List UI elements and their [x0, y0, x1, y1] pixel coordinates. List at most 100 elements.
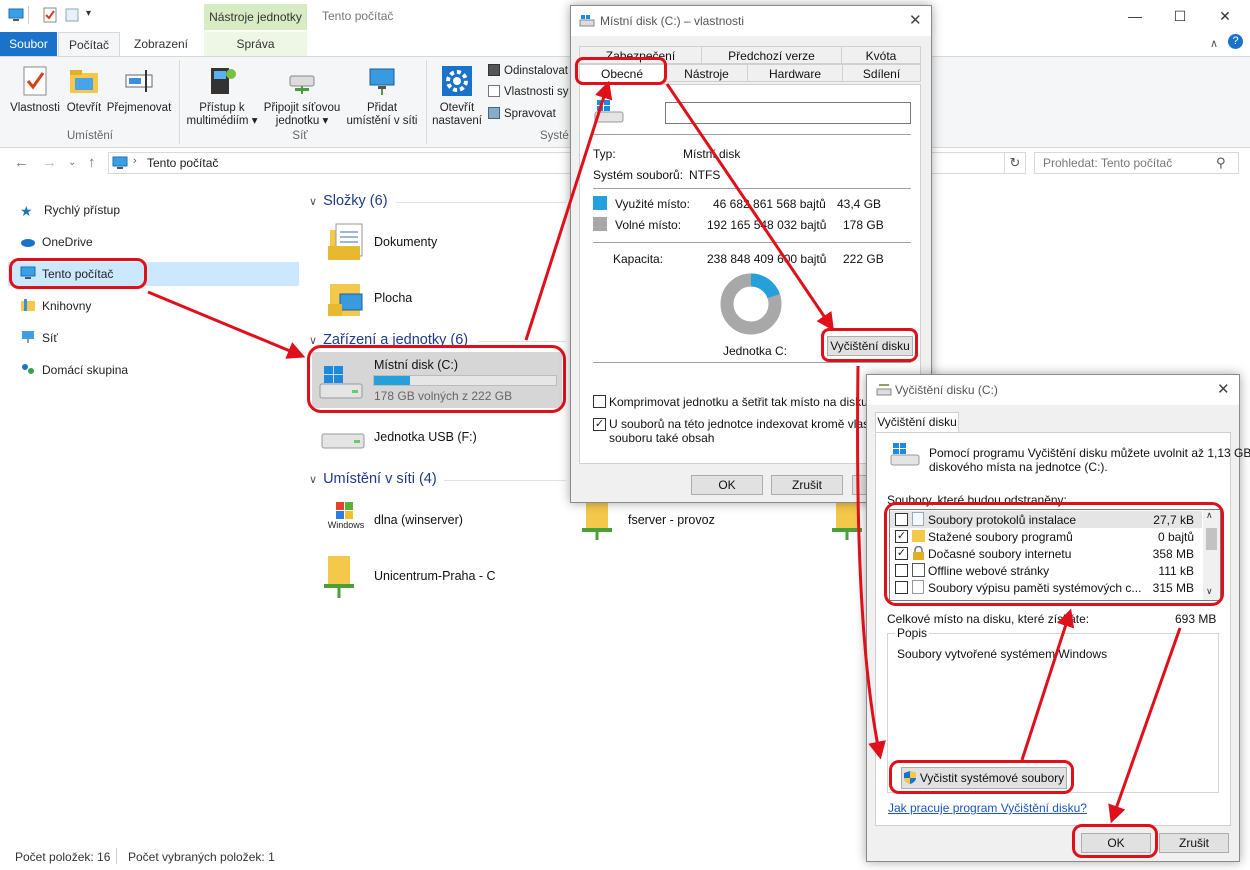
index-label-line1: U souborů na této jednotce indexovat kro… — [609, 417, 892, 431]
drive-label-input[interactable] — [665, 102, 911, 124]
close-icon[interactable]: ✕ — [909, 11, 922, 29]
group-label-network: Síť — [292, 130, 308, 142]
usb-drive-icon[interactable] — [320, 426, 368, 456]
group-divider — [444, 480, 566, 481]
tab-quota[interactable]: Kvóta — [841, 46, 921, 64]
capacity-label: Kapacita: — [613, 252, 664, 266]
network-folder-icon[interactable] — [322, 554, 356, 600]
map-network-drive-button[interactable]: Připojit síťovou jednotku ▾ — [258, 64, 346, 128]
annotation-oval-ok-button — [1072, 824, 1158, 858]
help-icon[interactable]: ? — [1228, 34, 1243, 49]
qat-separator — [28, 6, 29, 24]
search-input[interactable]: Prohledat: Tento počítač — [1034, 152, 1239, 174]
manage-button[interactable]: Spravovat — [488, 107, 556, 120]
network-drive-icon — [285, 64, 319, 98]
tab-disk-cleanup[interactable]: Vyčištění disku — [875, 412, 959, 433]
chevron-down-icon: ∨ — [309, 196, 318, 208]
tab-computer[interactable]: Počítač — [58, 32, 120, 56]
description-label: Popis — [895, 626, 930, 640]
ribbon-separator — [179, 60, 180, 144]
annotation-oval-drive-c — [307, 345, 566, 413]
nav-item-quick-access[interactable]: ★ Rychlý přístup — [20, 199, 120, 221]
group-folders-header[interactable]: ∨ Složky (6) — [309, 193, 388, 209]
desktop-folder-icon[interactable] — [326, 276, 366, 320]
tab-hardware[interactable]: Hardware — [747, 64, 843, 82]
computer-icon[interactable] — [8, 7, 24, 23]
system-properties-icon — [488, 85, 500, 97]
tab-previous-versions[interactable]: Předchozí verze — [701, 46, 842, 64]
divider — [593, 242, 911, 243]
network-folder-icon[interactable] — [830, 500, 864, 542]
tab-file[interactable]: Soubor — [0, 32, 57, 56]
close-icon[interactable]: ✕ — [1217, 380, 1230, 398]
properties-button[interactable]: Vlastnosti — [6, 64, 64, 115]
drive-title-icon — [579, 14, 595, 31]
divider — [593, 362, 911, 363]
cancel-button[interactable]: Zrušit — [771, 475, 843, 495]
drive-usb-name[interactable]: Jednotka USB (F:) — [374, 430, 477, 444]
fs-label: Systém souborů: — [593, 168, 684, 182]
qat-dropdown-icon[interactable]: ▾ — [86, 8, 91, 19]
network-item-dlna[interactable]: dlna (winserver) — [374, 513, 463, 527]
type-label: Typ: — [593, 147, 616, 161]
properties-check-icon[interactable] — [42, 7, 58, 23]
cloud-icon — [20, 233, 36, 247]
free-space-gb: 178 GB — [843, 218, 884, 232]
group-network-header[interactable]: ∨ Umístění v síti (4) — [309, 471, 437, 487]
group-divider — [478, 341, 566, 342]
group-label-system: Systé — [540, 130, 569, 142]
nav-item-onedrive[interactable]: OneDrive — [20, 231, 93, 253]
windows-media-player-logo[interactable]: Windows Media Player — [324, 500, 368, 540]
open-settings-button[interactable]: Otevřít nastavení — [430, 64, 484, 128]
uninstall-button[interactable]: Odinstalovat — [488, 64, 568, 77]
nav-item-homegroup[interactable]: Domácí skupina — [20, 359, 128, 381]
maximize-icon[interactable]: ☐ — [1157, 2, 1203, 30]
nav-item-network[interactable]: Síť — [20, 327, 58, 349]
back-icon[interactable]: ← — [14, 154, 29, 171]
divider — [593, 134, 911, 135]
tab-sharing[interactable]: Sdílení — [842, 64, 921, 82]
system-properties-button[interactable]: Vlastnosti sy — [488, 85, 569, 98]
folder-name-documents[interactable]: Dokumenty — [374, 235, 437, 249]
cancel-button[interactable]: Zrušit — [1159, 833, 1229, 853]
ribbon-collapse-icon[interactable]: ∧ — [1210, 37, 1218, 50]
compress-checkbox[interactable] — [593, 395, 606, 408]
used-space-gb: 43,4 GB — [837, 197, 882, 211]
nav-item-libraries[interactable]: Knihovny — [20, 295, 91, 317]
close-icon[interactable]: ✕ — [1202, 2, 1248, 30]
status-item-count: Počet položek: 16 — [15, 850, 111, 864]
cleanup-help-link[interactable]: Jak pracuje program Vyčištění disku? — [888, 801, 1087, 815]
used-space-bytes: 46 682 861 568 bajtů — [713, 197, 826, 211]
ribbon-separator — [426, 60, 427, 144]
forward-icon[interactable]: → — [42, 154, 57, 171]
documents-folder-icon[interactable] — [326, 220, 366, 264]
annotation-oval-general-tab — [575, 57, 667, 85]
free-space-label: Volné místo: — [615, 218, 682, 232]
free-space-swatch — [593, 217, 607, 231]
rename-button[interactable]: Přejmenovat — [104, 64, 174, 115]
network-location-icon — [365, 64, 399, 98]
search-icon: ⚲ — [1216, 155, 1226, 170]
recent-dropdown-icon[interactable]: ⌄ — [68, 157, 76, 168]
minimize-icon[interactable]: — — [1112, 2, 1158, 30]
folder-name-desktop[interactable]: Plocha — [374, 291, 412, 305]
new-folder-icon[interactable] — [64, 7, 80, 23]
tab-tools[interactable]: Nástroje — [665, 64, 748, 82]
library-icon — [20, 297, 36, 311]
tab-manage[interactable]: Správa — [204, 32, 307, 56]
ok-button[interactable]: OK — [691, 475, 763, 495]
star-icon: ★ — [20, 203, 33, 219]
refresh-icon[interactable]: ↻ — [1004, 152, 1026, 174]
network-item-fserver[interactable]: fserver - provoz — [628, 513, 715, 527]
tab-view[interactable]: Zobrazení — [124, 32, 198, 56]
manage-icon — [488, 107, 500, 119]
add-network-location-button[interactable]: Přidat umístění v síti — [342, 64, 422, 128]
index-checkbox[interactable]: ✓ — [593, 418, 606, 431]
cleanup-intro-line2: diskového místa na jednotce (C:). — [929, 460, 1108, 474]
network-folder-icon[interactable] — [580, 500, 614, 542]
media-access-button[interactable]: Přístup k multimédiím ▾ — [184, 64, 260, 128]
breadcrumb[interactable]: Tento počítač — [147, 156, 218, 170]
open-button[interactable]: Otevřít — [63, 64, 105, 115]
network-item-unicentrum[interactable]: Unicentrum-Praha - C — [374, 569, 496, 583]
up-icon[interactable]: ↑ — [88, 154, 96, 171]
